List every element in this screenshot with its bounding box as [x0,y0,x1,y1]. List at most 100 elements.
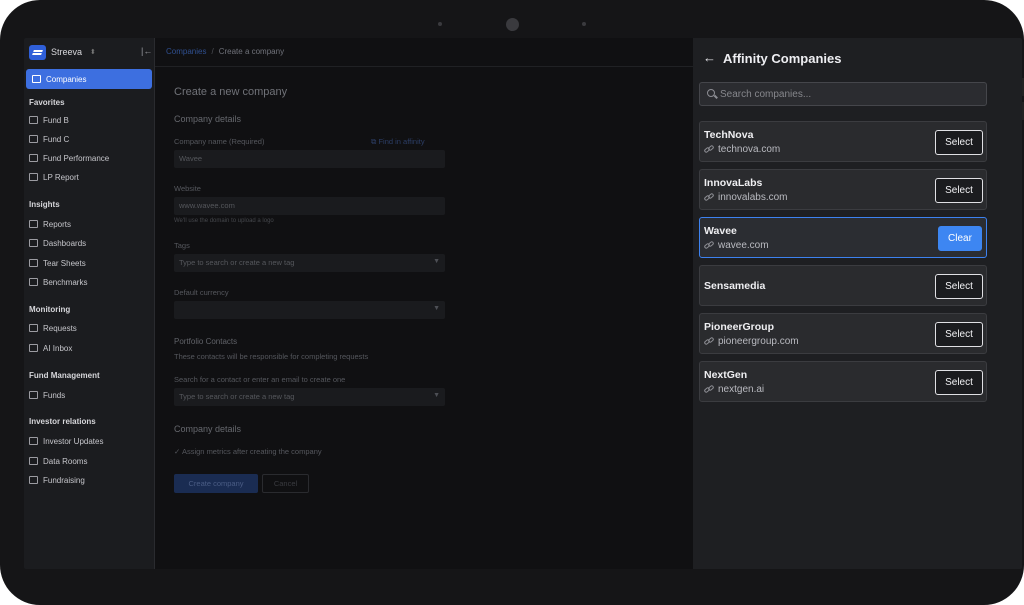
company-card-sensamedia[interactable]: Sensamedia Select [699,265,987,306]
company-domain: pioneergroup.com [718,336,799,347]
sidebar-item-label: Requests [43,323,77,333]
company-domain: technova.com [718,144,781,155]
link-icon [703,192,715,202]
company-name: InnovaLabs [704,177,763,189]
company-domain: innovalabs.com [718,192,788,203]
fundraising-icon [29,476,38,484]
check-icon: ✓ [174,447,182,456]
sidebar-item-reports[interactable]: Reports [29,217,71,231]
sidebar-item-label: Tear Sheets [43,258,86,268]
search-input[interactable] [720,86,980,102]
dashboard-icon [29,239,38,247]
website-hint: We'll use the domain to upload a logo [174,218,274,224]
sidebar-item-fund-performance[interactable]: Fund Performance [29,151,109,165]
request-icon [29,324,38,332]
sidebar-item-label: Fund B [43,115,69,125]
document-icon [29,173,38,181]
currency-select[interactable]: ▼ [174,301,445,319]
sidebar-item-label: Data Rooms [43,456,88,466]
sidebar-item-label: Dashboards [43,238,87,248]
tags-placeholder: Type to search or create a new tag [179,258,295,267]
select-button[interactable]: Select [935,274,983,299]
select-button[interactable]: Select [935,178,983,203]
sidebar-item-label: Fundraising [43,475,85,485]
company-name-input[interactable]: Wavee [174,150,445,168]
link-icon [703,336,715,346]
company-name: PioneerGroup [704,321,775,333]
sidebar-item-dashboards[interactable]: Dashboards [29,236,86,250]
collapse-sidebar-icon[interactable]: |← [141,46,152,56]
sidebar-item-label: Investor Updates [43,436,104,446]
contact-placeholder: Type to search or create a new tag [179,392,295,401]
fund-icon [29,116,38,124]
company-card-technova[interactable]: TechNova technova.com Select [699,121,987,162]
contact-search-input[interactable]: Type to search or create a new tag ▼ [174,388,445,406]
topbar: Companies / Create a company [155,38,693,67]
clear-button[interactable]: Clear [938,226,982,251]
contact-search-label: Search for a contact or enter an email t… [174,375,346,384]
sidebar-item-fund-b[interactable]: Fund B [29,113,69,127]
sidebar-item-companies[interactable]: Companies [26,69,152,89]
workspace-switcher[interactable]: Streeva ⬍ [29,44,96,60]
page-title: Create a new company [174,86,288,98]
briefcase-icon [32,75,41,83]
company-card-nextgen[interactable]: NextGen nextgen.ai Select [699,361,987,402]
tags-label: Tags [174,241,190,250]
sidebar-item-label: Funds [43,390,66,400]
folder-icon [29,457,38,465]
sensor-dot [438,22,442,26]
contacts-title: Portfolio Contacts [174,337,238,346]
chevron-down-icon: ▼ [433,305,440,312]
screen: Streeva ⬍ |← Companies Favorites Fund B … [24,38,1022,569]
back-arrow-icon[interactable]: ← [703,50,716,65]
company-domain: nextgen.ai [718,384,765,395]
select-button[interactable]: Select [935,322,983,347]
sidebar-item-lp-report[interactable]: LP Report [29,170,79,184]
sidebar-item-tear-sheets[interactable]: Tear Sheets [29,256,86,270]
update-icon [29,437,38,445]
table-icon [29,154,38,162]
company-card-wavee[interactable]: Wavee wavee.com Clear [699,217,987,258]
link-icon [703,384,715,394]
sidebar-item-benchmarks[interactable]: Benchmarks [29,275,87,289]
sidebar-item-fund-c[interactable]: Fund C [29,132,69,146]
brand-logo-icon [29,44,46,60]
chevron-down-icon: ▼ [433,258,440,265]
tags-select[interactable]: Type to search or create a new tag ▼ [174,254,445,272]
website-input[interactable]: www.wavee.com [174,197,445,215]
sidebar-item-requests[interactable]: Requests [29,321,77,335]
search-icon [707,89,715,97]
select-button[interactable]: Select [935,130,983,155]
sidebar-item-data-rooms[interactable]: Data Rooms [29,454,87,468]
chevron-down-icon: ▼ [433,392,440,399]
assign-metrics-checkbox[interactable]: ✓ Assign metrics after creating the comp… [174,447,322,456]
select-button[interactable]: Select [935,370,983,395]
assign-metrics-label: Assign metrics after creating the compan… [181,447,322,456]
cancel-button[interactable]: Cancel [262,474,309,493]
affinity-companies-panel: ← Affinity Companies TechNova technova.c… [693,38,1022,569]
fund-icon [29,135,38,143]
find-in-affinity-label: Find in affinity [378,137,425,146]
workspace-name: Streeva [51,47,83,57]
find-in-affinity-link[interactable]: ⧉ Find in affinity [371,137,425,147]
breadcrumb: Companies / Create a company [166,47,285,56]
sidebar-item-label: Companies [46,74,87,84]
benchmark-icon [29,278,38,286]
company-card-innovalabs[interactable]: InnovaLabs innovalabs.com Select [699,169,987,210]
company-name: Wavee [704,225,737,237]
create-company-button[interactable]: Create company [174,474,258,493]
tablet-frame: Streeva ⬍ |← Companies Favorites Fund B … [0,0,1024,605]
breadcrumb-link-companies[interactable]: Companies [166,47,206,56]
link-icon [703,144,715,154]
company-card-pioneergroup[interactable]: PioneerGroup pioneergroup.com Select [699,313,987,354]
sidebar-item-funds[interactable]: Funds [29,388,65,402]
group-title-favorites: Favorites [29,98,65,107]
sidebar-item-fundraising[interactable]: Fundraising [29,473,85,487]
breadcrumb-current: Create a company [218,47,285,56]
sidebar-item-investor-updates[interactable]: Investor Updates [29,434,103,448]
group-title-investor-relations: Investor relations [29,417,96,426]
panel-title: Affinity Companies [723,51,842,66]
sidebar-item-label: Fund C [43,134,70,144]
sidebar-item-ai-inbox[interactable]: AI Inbox [29,341,72,355]
sidebar-item-label: Fund Performance [43,153,110,163]
